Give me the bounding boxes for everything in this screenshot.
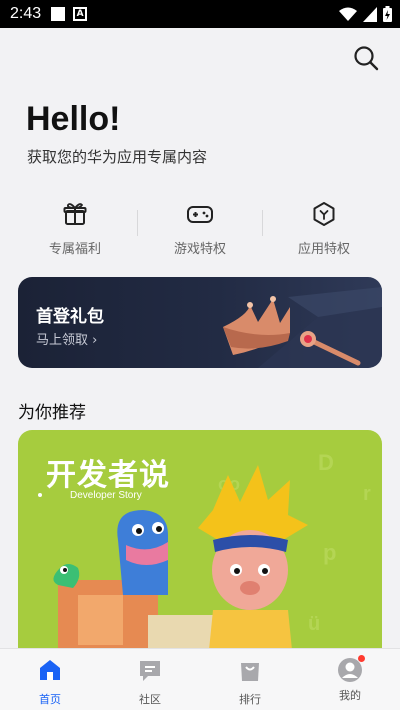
bag-icon	[241, 663, 259, 681]
search-icon[interactable]	[352, 44, 380, 72]
svg-text:D: D	[318, 450, 334, 475]
recommend-section-title: 为你推荐	[18, 403, 86, 423]
benefit-app[interactable]: 应用特权	[274, 196, 374, 257]
svg-text:r: r	[363, 483, 371, 505]
notification-a-icon: A	[73, 7, 88, 21]
app-privilege-icon	[313, 202, 335, 226]
benefits-row: 专属福利 游戏特权 应用特权	[0, 196, 400, 257]
nav-home[interactable]: 首页	[10, 657, 90, 707]
nav-label: 社区	[139, 693, 161, 706]
divider	[137, 210, 138, 236]
card-title: 开发者说	[46, 458, 170, 493]
benefit-game[interactable]: 游戏特权	[150, 196, 250, 257]
signal-icon	[363, 6, 377, 22]
gift-banner-title: 首登礼包	[36, 307, 104, 327]
gift-banner-link[interactable]: 马上领取 ›	[36, 329, 97, 348]
greeting-subtitle: 获取您的华为应用专属内容	[27, 148, 208, 166]
status-time: 2:43	[10, 5, 42, 22]
wifi-icon	[339, 7, 357, 21]
divider	[262, 210, 263, 236]
gift-icon	[63, 203, 87, 225]
battery-charging-icon	[383, 6, 392, 22]
nav-label: 排行	[239, 693, 261, 706]
benefit-label: 专属福利	[48, 242, 101, 257]
bottom-navigation: 首页 社区 排行 我的	[0, 648, 400, 710]
chat-icon	[140, 661, 160, 681]
benefit-exclusive[interactable]: 专属福利	[25, 196, 125, 257]
nav-label: 首页	[39, 693, 61, 706]
notification-a-label: A	[76, 9, 84, 19]
benefit-label: 应用特权	[297, 242, 350, 257]
notification-square-icon	[51, 7, 66, 21]
developer-story-card[interactable]: oo D r p ü c 开发者说 Developer Story	[18, 430, 382, 660]
nav-community[interactable]: 社区	[110, 657, 190, 707]
first-login-gift-banner[interactable]: 首登礼包 马上领取 ›	[18, 277, 382, 368]
benefit-label: 游戏特权	[173, 242, 226, 257]
status-bar: 2:43 A	[0, 0, 400, 28]
notification-dot	[358, 655, 365, 662]
greeting-title: Hello!	[26, 100, 121, 138]
svg-text:ü: ü	[308, 613, 320, 635]
status-icons	[339, 6, 392, 22]
avatar	[337, 655, 365, 683]
nav-profile[interactable]: 我的	[310, 655, 390, 703]
home-icon	[40, 660, 60, 680]
nav-ranking[interactable]: 排行	[210, 657, 290, 707]
card-subtitle: Developer Story	[70, 490, 142, 501]
gamepad-icon	[187, 206, 213, 223]
svg-text:p: p	[323, 540, 336, 565]
nav-label: 我的	[339, 689, 361, 702]
